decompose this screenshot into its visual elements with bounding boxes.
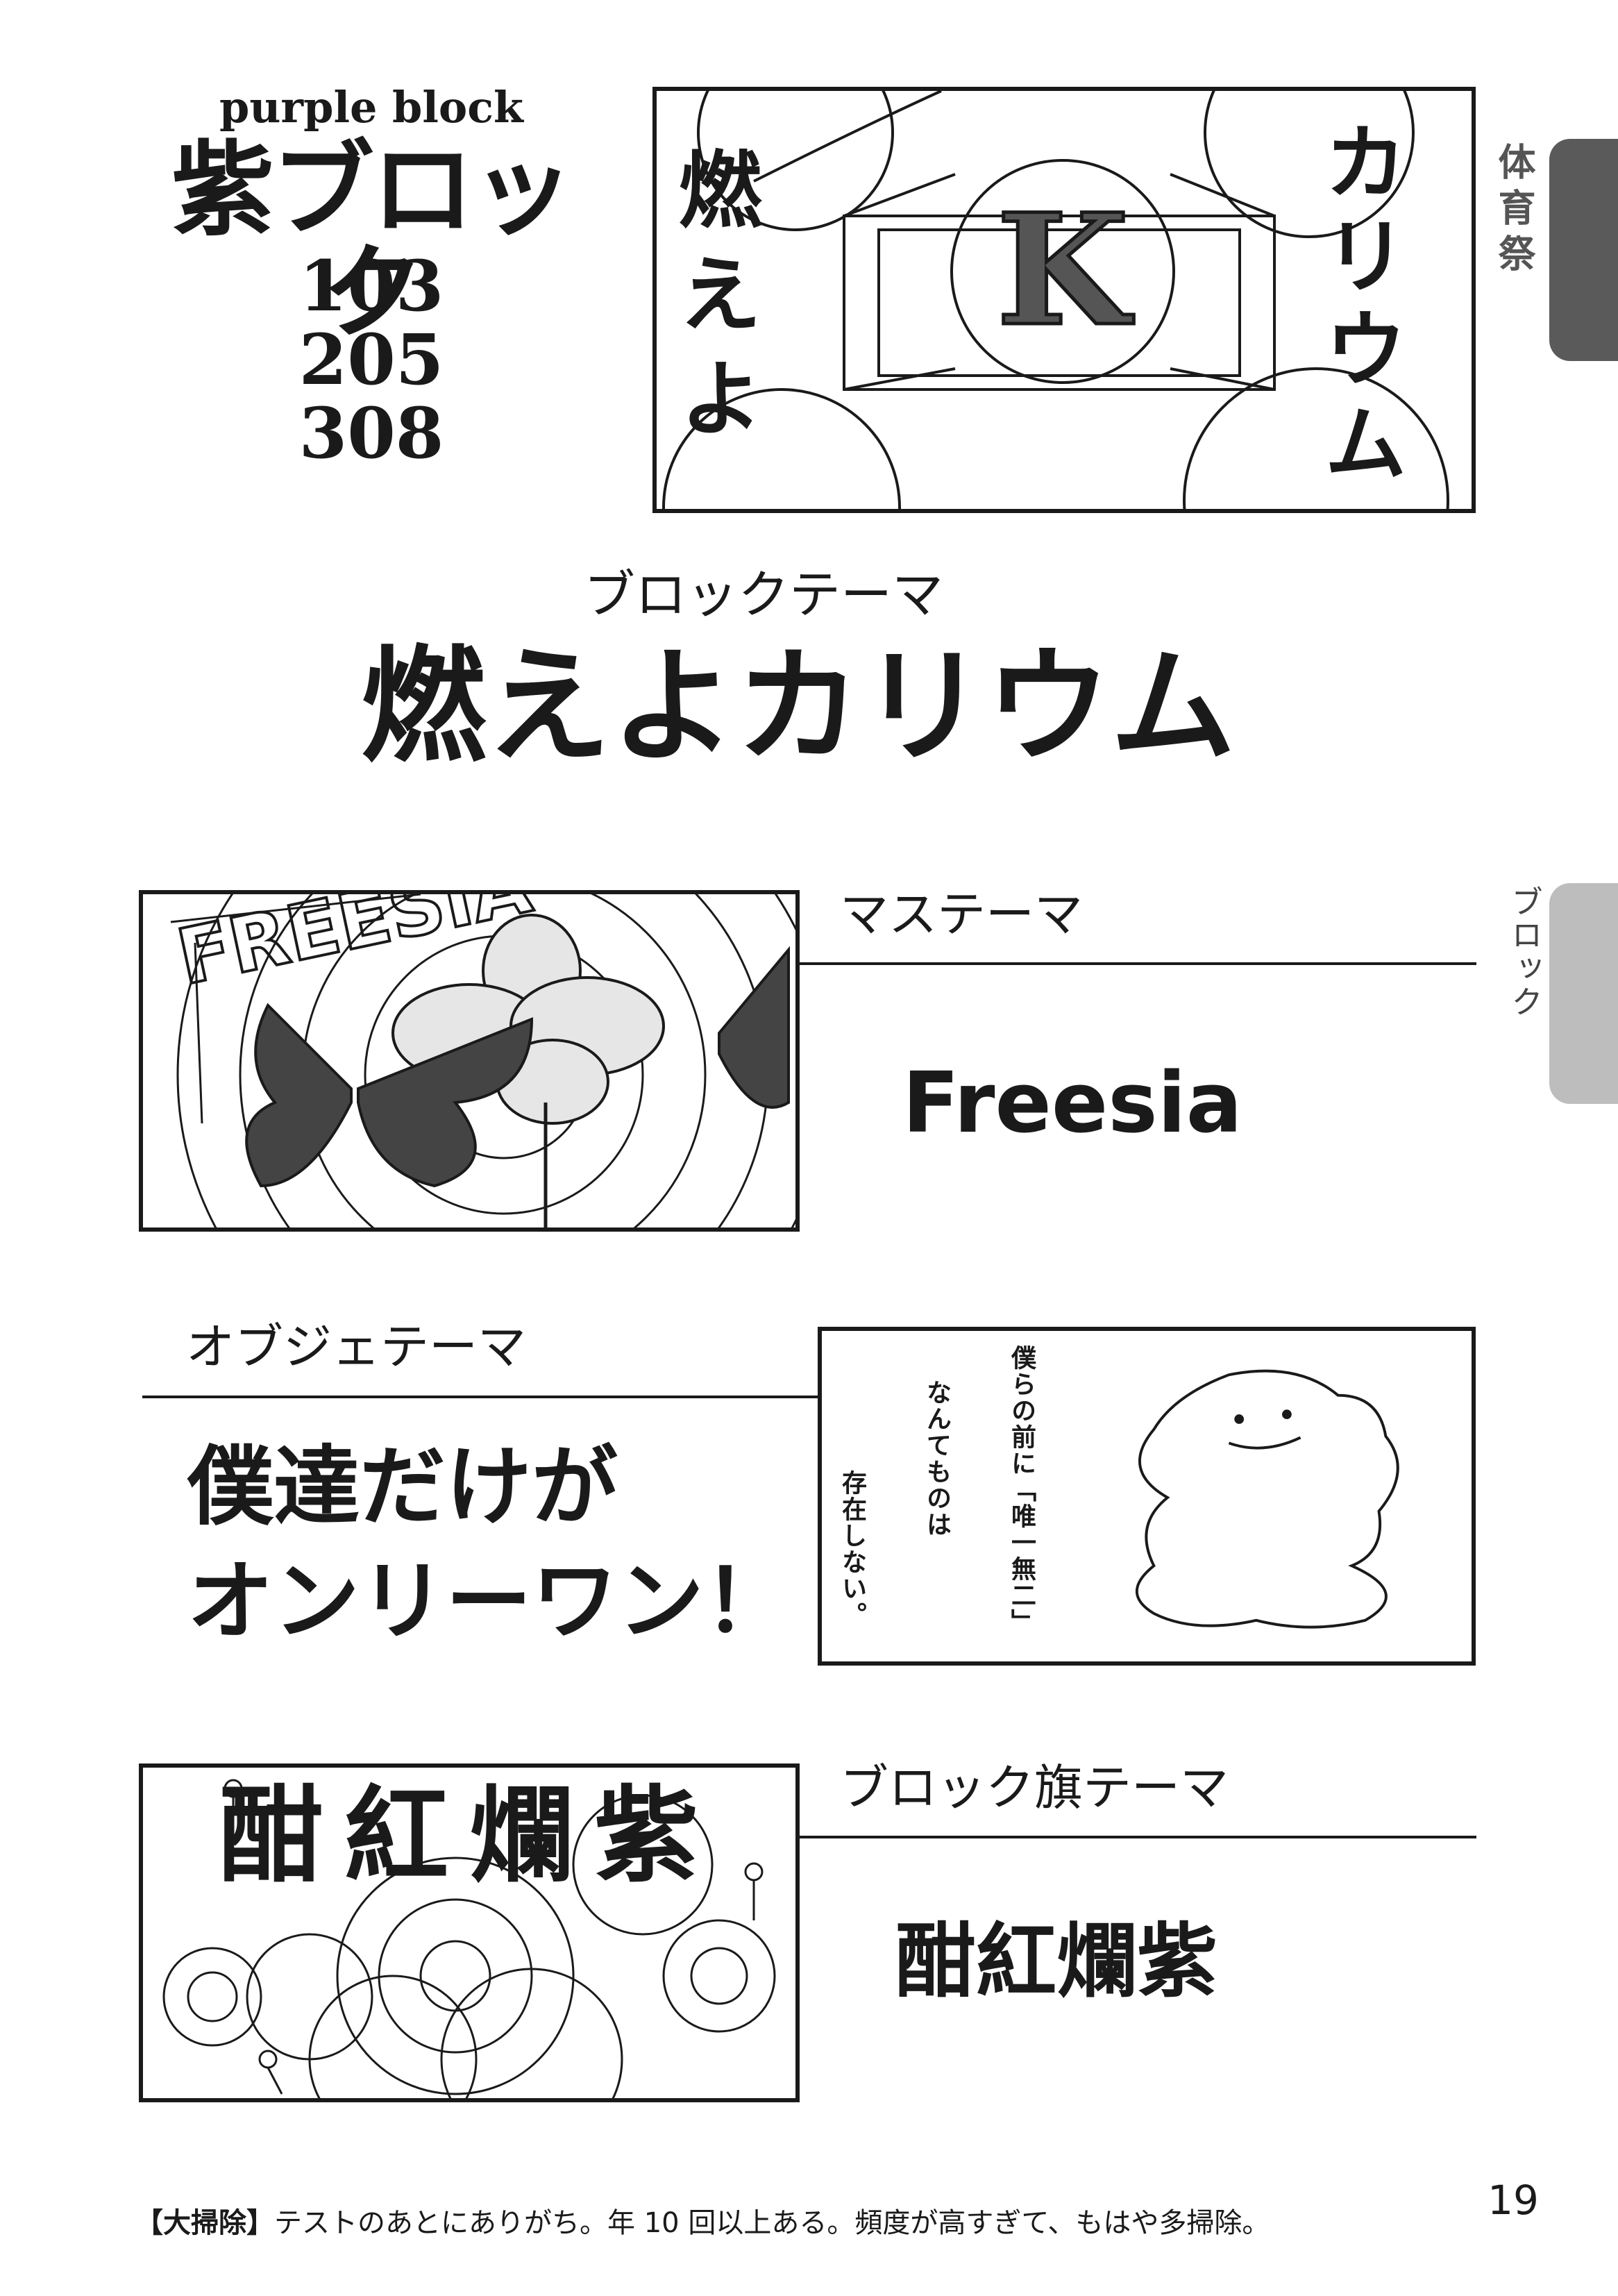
footnote-text: テストのあとにありがち。年 10 回以上ある。頻度が高すぎて、もはや多掃除。 [274, 2207, 1270, 2239]
mass-theme-label: マステーマ [840, 886, 1083, 943]
block-theme-value: 燃えよカリウム [360, 635, 1236, 780]
freesia-butterfly-drawing: FREESIA [169, 894, 795, 1227]
page-number: 19 [1488, 2177, 1539, 2224]
mass-theme-rule [800, 962, 1476, 965]
object-theme-rule [142, 1396, 819, 1398]
block-illustration-center-letter: K [996, 180, 1134, 360]
flag-theme-label: ブロック旗テーマ [840, 1759, 1229, 1816]
section-tab[interactable] [1549, 139, 1618, 361]
mass-theme-value: Freesia [902, 1055, 1242, 1152]
subsection-tab-label: ブロック [1506, 885, 1544, 1019]
flag-illustration-text: 酣紅爛紫 [219, 1775, 719, 1897]
object-theme-value-line2: オンリーワン！ [187, 1552, 791, 1652]
object-theme-illustration: 僕らの前に「唯一無二」 なんてものは 存在しない。 [818, 1327, 1476, 1666]
section-tab-label: 体育祭 [1492, 142, 1535, 280]
flag-flower-drawing: 酣紅爛紫 [162, 1775, 776, 2098]
flag-theme-illustration: 酣紅爛紫 [139, 1763, 800, 2102]
potassium-drawing: 燃えよ K カリウム [662, 91, 1449, 509]
object-illustration-col2: なんてものは [922, 1380, 952, 1538]
object-theme-value-line1: 僕達だけが [187, 1437, 618, 1537]
english-title: purple block [219, 82, 523, 133]
flag-theme-rule [800, 1836, 1476, 1838]
class-number-3: 308 [298, 392, 444, 474]
footnote-term: 【大掃除】 [135, 2207, 274, 2239]
object-illustration-col1: 僕らの前に「唯一無二」 [1007, 1345, 1036, 1635]
blob-creature-drawing [1136, 1369, 1399, 1629]
object-illustration-col3: 存在しない。 [838, 1470, 867, 1628]
block-theme-illustration: 燃えよ K カリウム [652, 87, 1476, 513]
block-illustration-left-text: 燃えよ [664, 146, 761, 459]
object-theme-label: オブジェテーマ [186, 1318, 526, 1375]
flag-theme-value: 酣紅爛紫 [895, 1915, 1217, 2009]
subsection-tab[interactable] [1549, 883, 1618, 1104]
class-number-2: 205 [298, 319, 444, 401]
block-illustration-right-text: カリウム [1310, 119, 1406, 494]
block-theme-label: ブロックテーマ [584, 565, 943, 625]
class-number-1: 103 [298, 245, 444, 327]
footnote: 【大掃除】テストのあとにありがち。年 10 回以上ある。頻度が高すぎて、もはや多… [135, 2209, 1385, 2237]
mass-theme-illustration: FREESIA [139, 890, 800, 1232]
